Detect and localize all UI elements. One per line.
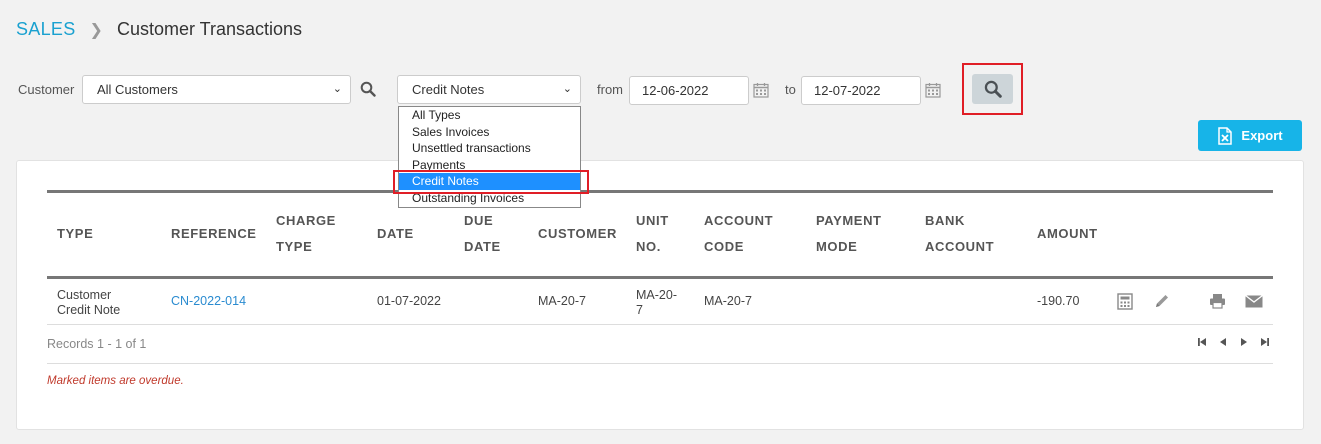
header-line: NO. (636, 239, 661, 254)
pagination (1197, 337, 1270, 347)
transaction-type-select[interactable]: Credit Notes ⌄ (397, 75, 581, 104)
next-page-icon[interactable] (1239, 337, 1249, 347)
reference-link[interactable]: CN-2022-014 (171, 294, 246, 309)
header-type[interactable]: TYPE (57, 221, 93, 247)
table-top-rule (47, 190, 1273, 193)
header-payment-mode[interactable]: PAYMENT MODE (816, 208, 882, 260)
printer-icon[interactable] (1209, 293, 1226, 309)
cell-type: Customer Credit Note (57, 288, 120, 318)
search-button[interactable] (972, 74, 1013, 104)
header-date[interactable]: DATE (377, 221, 414, 247)
pencil-icon[interactable] (1154, 293, 1170, 309)
breadcrumb-sales-link[interactable]: SALES (16, 19, 76, 40)
cell-line: 7 (636, 303, 643, 317)
header-due-date[interactable]: DUE DATE (464, 208, 501, 260)
to-date-input[interactable]: 12-07-2022 (801, 76, 921, 105)
header-line: ACCOUNT (704, 213, 774, 228)
cell-date: 01-07-2022 (377, 294, 441, 308)
transaction-type-dropdown: All Types Sales Invoices Unsettled trans… (398, 106, 581, 208)
cell-customer: MA-20-7 (538, 294, 586, 308)
first-page-icon[interactable] (1197, 337, 1207, 347)
header-line: MODE (816, 239, 858, 254)
header-line: DATE (464, 239, 501, 254)
envelope-icon[interactable] (1245, 295, 1263, 308)
customer-search-icon[interactable] (360, 81, 376, 97)
customer-select-value: All Customers (97, 82, 178, 97)
header-reference[interactable]: REFERENCE (171, 221, 257, 247)
breadcrumb: SALES ❯ Customer Transactions (16, 19, 302, 40)
header-line: BANK (925, 213, 965, 228)
header-line: DUE (464, 213, 494, 228)
last-page-icon[interactable] (1260, 337, 1270, 347)
header-line: PAYMENT (816, 213, 882, 228)
type-option-all-types[interactable]: All Types (399, 107, 580, 124)
customer-select[interactable]: All Customers ⌄ (82, 75, 351, 104)
overdue-note: Marked items are overdue. (47, 375, 184, 387)
header-line: CODE (704, 239, 744, 254)
header-line: TYPE (276, 239, 313, 254)
type-option-credit-notes[interactable]: Credit Notes (399, 173, 580, 190)
header-amount[interactable]: AMOUNT (1037, 221, 1098, 247)
excel-file-icon (1218, 126, 1233, 145)
chevron-down-icon: ⌄ (332, 83, 342, 95)
from-label: from (597, 82, 623, 97)
export-button[interactable]: Export (1198, 120, 1302, 151)
calendar-icon[interactable] (753, 82, 769, 98)
calculator-icon[interactable] (1117, 293, 1133, 310)
from-date-input[interactable]: 12-06-2022 (629, 76, 749, 105)
customer-label: Customer (18, 82, 75, 97)
previous-page-icon[interactable] (1218, 337, 1228, 347)
cell-line: Customer (57, 288, 112, 302)
to-label: to (785, 82, 796, 97)
transaction-type-value: Credit Notes (412, 82, 485, 97)
row-divider (47, 324, 1273, 325)
header-line: CHARGE (276, 213, 336, 228)
page-title: Customer Transactions (116, 19, 303, 39)
records-count: Records 1 - 1 of 1 (47, 337, 147, 351)
cell-amount: -190.70 (1037, 294, 1080, 308)
header-line: UNIT (636, 213, 669, 228)
type-option-payments[interactable]: Payments (399, 157, 580, 174)
export-label: Export (1241, 128, 1283, 143)
header-line: ACCOUNT (925, 239, 995, 254)
header-charge-type[interactable]: CHARGE TYPE (276, 208, 336, 260)
cell-unit-no: MA-20- 7 (636, 288, 677, 318)
table-header-rule (47, 276, 1273, 279)
chevron-right-icon: ❯ (89, 21, 103, 39)
header-bank-account[interactable]: BANK ACCOUNT (925, 208, 994, 260)
search-icon (984, 80, 1002, 98)
cell-line: MA-20- (636, 288, 677, 302)
header-unit-no[interactable]: UNIT NO. (636, 208, 669, 260)
cell-line: Credit Note (57, 303, 121, 317)
calendar-icon[interactable] (925, 82, 941, 98)
header-account-code[interactable]: ACCOUNT CODE (704, 208, 773, 260)
type-option-sales-invoices[interactable]: Sales Invoices (399, 124, 580, 141)
chevron-down-icon: ⌄ (562, 83, 572, 95)
cell-account-code: MA-20-7 (704, 294, 752, 308)
footer-divider (47, 363, 1273, 364)
type-option-outstanding-invoices[interactable]: Outstanding Invoices (399, 190, 580, 207)
header-customer[interactable]: CUSTOMER (538, 221, 617, 247)
type-option-unsettled-transactions[interactable]: Unsettled transactions (399, 140, 580, 157)
